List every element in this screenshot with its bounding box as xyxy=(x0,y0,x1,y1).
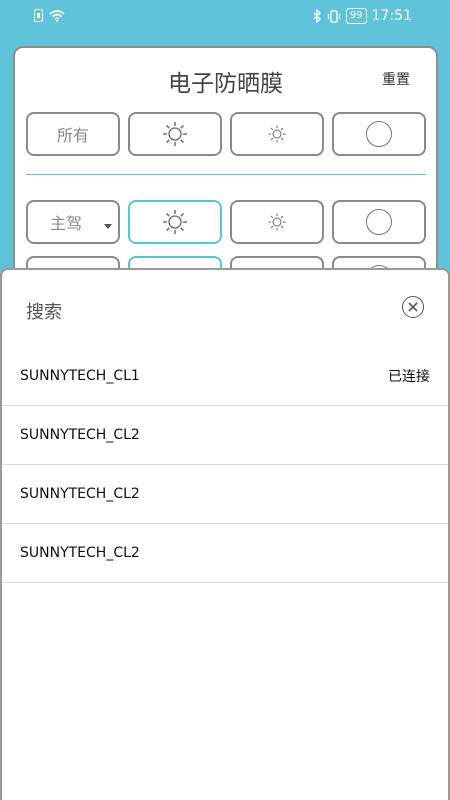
battery-level: 99 xyxy=(345,8,367,24)
mode-row-driver: 主驾 xyxy=(26,200,426,244)
clear-mode-button[interactable] xyxy=(332,112,426,156)
wifi-icon xyxy=(49,9,65,22)
connection-status: 已连接 xyxy=(388,369,430,385)
select-all-label: 所有 xyxy=(56,126,89,145)
device-name: SUNNYTECH_CL2 xyxy=(20,486,140,502)
device-name: SUNNYTECH_CL1 xyxy=(20,368,140,384)
device-list-item[interactable]: SUNNYTECH_CL1 已连接 xyxy=(2,347,448,406)
dim-sun-button[interactable] xyxy=(230,200,324,244)
sun-large-icon xyxy=(163,210,187,234)
device-name: SUNNYTECH_CL2 xyxy=(20,545,140,561)
reset-button[interactable]: 重置 xyxy=(382,69,410,89)
device-list: SUNNYTECH_CL1 已连接 SUNNYTECH_CL2 SUNNYTEC… xyxy=(2,347,448,583)
select-all-button[interactable]: 所有 xyxy=(26,112,120,156)
device-list-item[interactable]: SUNNYTECH_CL2 xyxy=(2,524,448,583)
device-list-item[interactable]: SUNNYTECH_CL2 xyxy=(2,465,448,524)
sun-large-icon xyxy=(163,122,187,146)
bright-sun-button[interactable] xyxy=(128,200,222,244)
close-icon xyxy=(408,302,418,312)
vibrate-icon xyxy=(327,9,341,23)
status-bar: 99 17:51 xyxy=(0,0,450,34)
circle-icon xyxy=(366,121,392,147)
mode-row-all: 所有 xyxy=(26,112,426,156)
device-list-item[interactable]: SUNNYTECH_CL2 xyxy=(2,406,448,465)
sun-small-icon xyxy=(268,213,286,231)
circle-icon xyxy=(366,209,392,235)
seat-select-dropdown[interactable]: 主驾 xyxy=(26,200,120,244)
page-title: 电子防晒膜 xyxy=(168,71,283,97)
dim-sun-button[interactable] xyxy=(230,112,324,156)
seat-select-label: 主驾 xyxy=(49,214,82,233)
bright-sun-button[interactable] xyxy=(128,112,222,156)
clock: 17:51 xyxy=(371,8,412,24)
device-name: SUNNYTECH_CL2 xyxy=(20,427,140,443)
close-button[interactable] xyxy=(402,296,424,318)
section-divider xyxy=(26,174,426,175)
bluetooth-icon xyxy=(313,9,321,23)
clear-mode-button[interactable] xyxy=(332,200,426,244)
sun-small-icon xyxy=(268,125,286,143)
sim-card-icon xyxy=(34,9,43,22)
dialog-title: 搜索 xyxy=(26,302,62,323)
search-dialog: 搜索 SUNNYTECH_CL1 已连接 SUNNYTECH_CL2 SUNNY… xyxy=(0,268,450,800)
caret-down-icon xyxy=(104,224,112,229)
